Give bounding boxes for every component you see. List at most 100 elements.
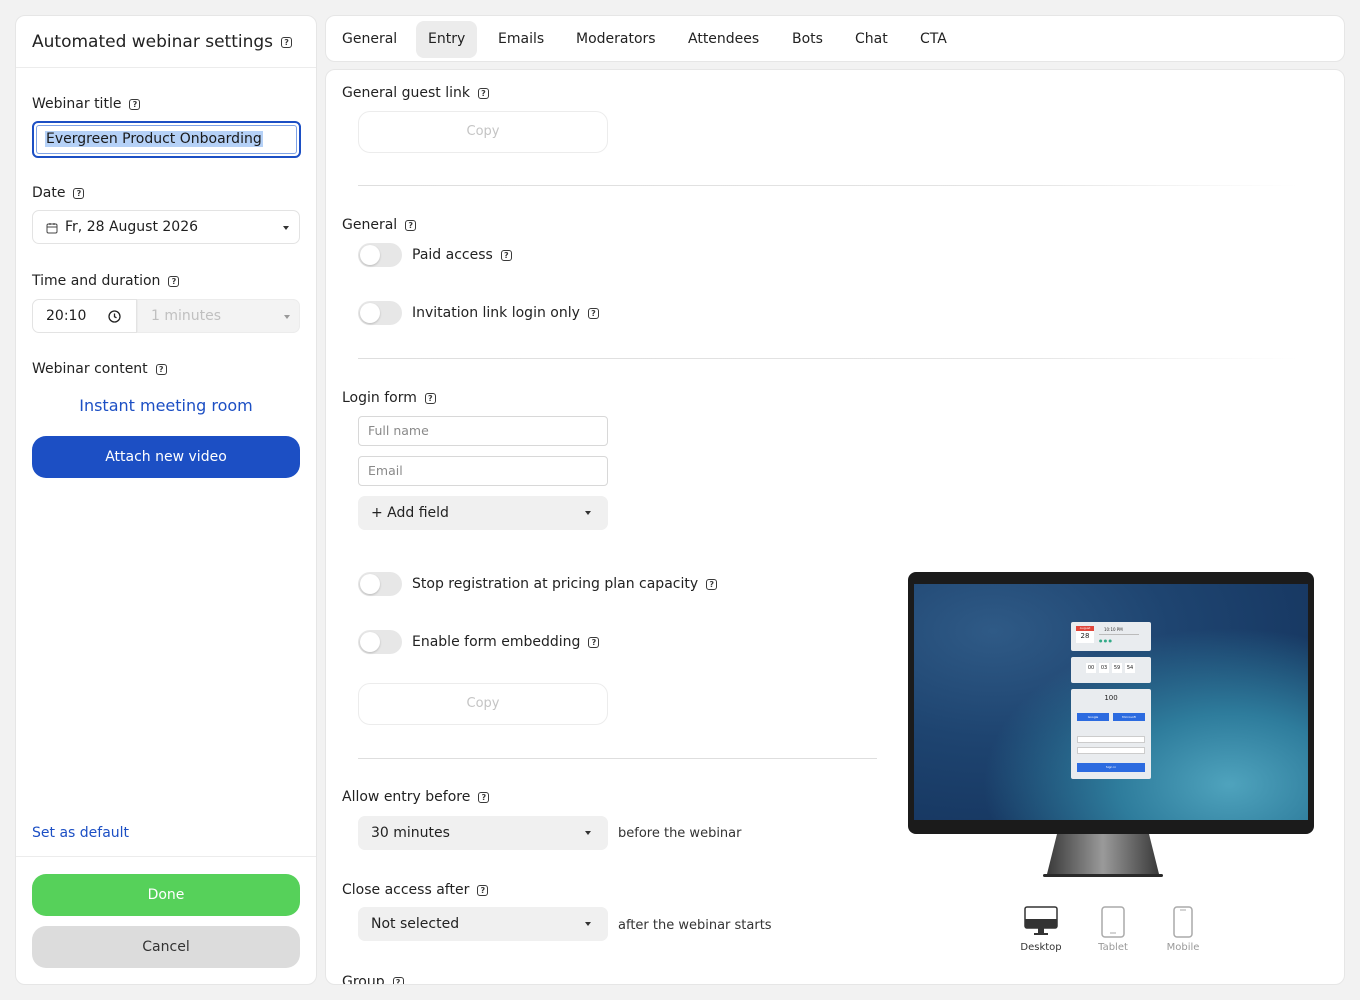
tab-entry[interactable]: Entry (416, 21, 478, 58)
general-label-text: General (342, 217, 398, 233)
device-mobile-button[interactable]: Mobile (1161, 906, 1205, 953)
allow-entry-value: 30 minutes (371, 825, 450, 841)
divider (358, 185, 1298, 186)
clock-icon (108, 310, 121, 323)
form-embedding-label: Enable form embedding? (412, 634, 600, 650)
preview-name-field (1077, 736, 1145, 743)
help-icon[interactable]: ? (392, 976, 404, 984)
tab-attendees[interactable]: Attendees (676, 21, 771, 58)
date-label-text: Date (32, 185, 66, 201)
copy-embed-code-button[interactable]: Copy (358, 683, 608, 725)
preview-time: 10:10 PM (1104, 627, 1123, 632)
copy-guest-link-button[interactable]: Copy (358, 111, 608, 153)
preview-seats: 100 (1104, 694, 1118, 702)
add-field-select[interactable]: + Add field (358, 496, 608, 530)
form-embedding-toggle[interactable] (358, 630, 402, 654)
countdown-hours: 03 (1099, 663, 1109, 673)
preview-login-card: 100 Google Microsoft Sign in (1071, 689, 1151, 779)
preview-signin-button: Sign in (1077, 763, 1145, 772)
time-duration-label: Time and duration? (32, 273, 180, 289)
close-access-label: Close access after? (342, 882, 489, 898)
close-access-note: after the webinar starts (618, 918, 772, 933)
date-select[interactable]: Fr, 28 August 2026 (32, 210, 300, 244)
desktop-icon (1024, 906, 1058, 935)
close-access-select[interactable]: Not selected (358, 907, 608, 941)
device-tablet-button[interactable]: Tablet (1091, 906, 1135, 953)
time-input[interactable]: 20:10 (32, 299, 137, 333)
webinar-content-label: Webinar content? (32, 361, 167, 377)
time-label-text: Time and duration (32, 273, 161, 289)
tab-emails[interactable]: Emails (486, 21, 556, 58)
help-icon[interactable]: ? (477, 884, 489, 896)
help-icon[interactable]: ? (281, 36, 293, 48)
invitation-only-toggle[interactable] (358, 301, 402, 325)
instant-meeting-room-link[interactable]: Instant meeting room (32, 396, 300, 415)
preview-day: 28 (1076, 631, 1094, 643)
preview-google-button: Google (1077, 713, 1109, 721)
content-label-text: Webinar content (32, 361, 148, 377)
preview-countdown-card: 00 03 59 54 (1071, 657, 1151, 683)
help-icon[interactable]: ? (478, 791, 490, 803)
divider (358, 758, 877, 759)
webinar-title-input[interactable]: Evergreen Product Onboarding (32, 121, 301, 158)
help-icon[interactable]: ? (588, 636, 600, 648)
allow-entry-label-text: Allow entry before (342, 789, 471, 805)
sidebar-title-text: Automated webinar settings (32, 32, 274, 52)
chevron-down-icon (283, 226, 289, 230)
cancel-button[interactable]: Cancel (32, 926, 300, 968)
help-icon[interactable]: ? (706, 578, 718, 590)
chevron-down-icon (585, 511, 591, 515)
help-icon[interactable]: ? (168, 275, 180, 287)
webinar-title-value: Evergreen Product Onboarding (45, 131, 263, 147)
help-icon[interactable]: ? (129, 98, 141, 110)
divider (16, 67, 316, 68)
toggle-knob (360, 632, 380, 652)
tablet-icon (1101, 906, 1125, 938)
help-icon[interactable]: ? (73, 187, 85, 199)
device-mobile-label: Mobile (1166, 942, 1200, 953)
toggle-knob (360, 303, 380, 323)
device-desktop-label: Desktop (1020, 942, 1062, 953)
help-icon[interactable]: ? (155, 363, 167, 375)
paid-access-text: Paid access (412, 247, 493, 263)
email-field[interactable]: Email (358, 456, 608, 486)
device-desktop-button[interactable]: Desktop (1019, 906, 1063, 953)
help-icon[interactable]: ? (424, 392, 436, 404)
close-access-label-text: Close access after (342, 882, 470, 898)
help-icon[interactable]: ? (500, 249, 512, 261)
set-default-link[interactable]: Set as default (32, 825, 129, 841)
preview-microsoft-button: Microsoft (1113, 713, 1145, 721)
duration-placeholder: 1 minutes (151, 308, 222, 324)
toggle-knob (360, 574, 380, 594)
close-access-value: Not selected (371, 916, 460, 932)
help-icon[interactable]: ? (587, 307, 599, 319)
tab-moderators[interactable]: Moderators (564, 21, 668, 58)
help-icon[interactable]: ? (405, 219, 417, 231)
desktop-preview-monitor: August 28 10:10 PM ● ● ● 00 03 59 54 100… (908, 572, 1314, 834)
monitor-stand (1043, 834, 1163, 877)
paid-access-toggle[interactable] (358, 243, 402, 267)
group-label-text: Group (342, 974, 385, 985)
form-embedding-text: Enable form embedding (412, 634, 581, 650)
stop-registration-text: Stop registration at pricing plan capaci… (412, 576, 699, 592)
login-form-label-text: Login form (342, 390, 417, 406)
chevron-down-icon (585, 922, 591, 926)
tab-bots[interactable]: Bots (780, 21, 835, 58)
divider (16, 856, 316, 857)
tab-general[interactable]: General (330, 21, 409, 58)
allow-entry-select[interactable]: 30 minutes (358, 816, 608, 850)
help-icon[interactable]: ? (478, 87, 489, 99)
duration-select[interactable]: 1 minutes (137, 299, 300, 333)
login-form-label: Login form? (342, 390, 436, 406)
tab-chat[interactable]: Chat (843, 21, 900, 58)
settings-tabs: General Entry Emails Moderators Attendee… (325, 15, 1345, 62)
full-name-field[interactable]: Full name (358, 416, 608, 446)
tab-cta[interactable]: CTA (908, 21, 959, 58)
webinar-title-label: Webinar title? (32, 96, 141, 112)
preview-date-card: August 28 10:10 PM ● ● ● (1071, 622, 1151, 651)
attach-video-button[interactable]: Attach new video (32, 436, 300, 478)
done-button[interactable]: Done (32, 874, 300, 916)
divider (358, 358, 1298, 359)
chevron-down-icon (284, 315, 290, 319)
stop-registration-toggle[interactable] (358, 572, 402, 596)
